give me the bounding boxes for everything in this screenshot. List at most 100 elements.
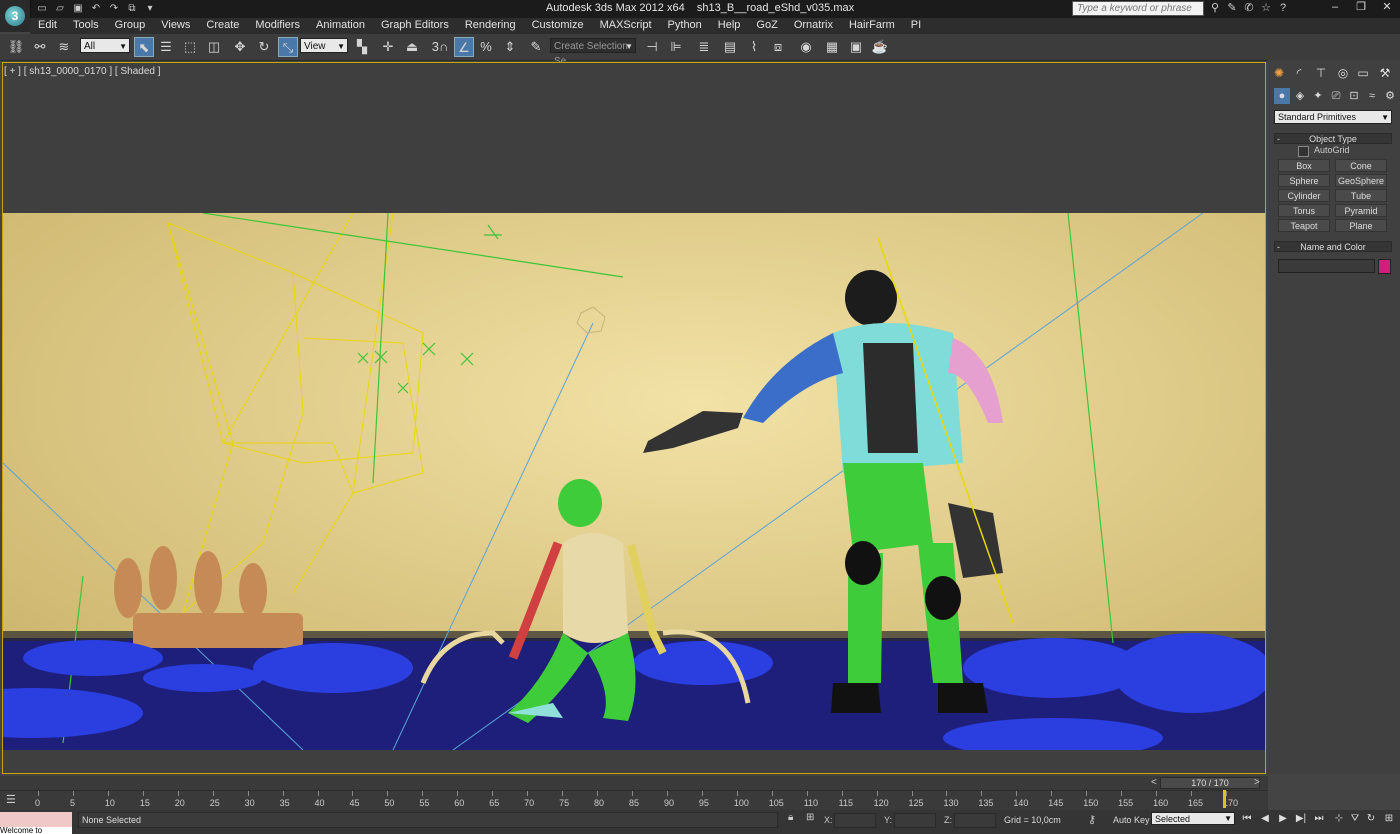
spinner-snap-icon[interactable]: ⇕ <box>500 37 520 57</box>
render-production-icon[interactable]: ☕ <box>870 37 890 57</box>
selection-filter-dropdown[interactable]: All ▼ <box>80 38 130 53</box>
play-icon[interactable]: ▶ <box>1276 812 1290 826</box>
primitive-category-dropdown[interactable]: Standard Primitives ▼ <box>1274 110 1392 124</box>
select-object-icon[interactable]: ⬉ <box>134 37 154 57</box>
lock-icon[interactable]: 🔒︎ <box>788 812 793 823</box>
go-to-start-icon[interactable]: ⏮ <box>1240 812 1254 826</box>
move-icon[interactable]: ✥ <box>230 37 250 57</box>
layer-manager-icon[interactable]: ≣ <box>694 37 714 57</box>
named-selection-dropdown[interactable]: Create Selection Se▼ <box>550 38 636 67</box>
rotate-icon[interactable]: ↻ <box>254 37 274 57</box>
search-input[interactable]: Type a keyword or phrase <box>1072 1 1204 16</box>
time-slider[interactable]: 170 / 170 <box>1160 777 1260 789</box>
select-by-name-icon[interactable]: ☰ <box>156 37 176 57</box>
menu-goz[interactable]: GoZ <box>748 18 785 34</box>
pyramid-button[interactable]: Pyramid <box>1335 204 1387 217</box>
window-crossing-icon[interactable]: ◫ <box>204 37 224 57</box>
zoom-extents-icon[interactable]: ⊹ <box>1332 812 1346 826</box>
viewport-label[interactable]: [ + ] [ sh13_0000_0170 ] [ Shaded ] <box>4 66 161 77</box>
schematic-view-icon[interactable]: ⧈ <box>768 37 788 57</box>
save-icon[interactable]: ▣ <box>70 1 86 16</box>
next-frame-button-icon[interactable]: ▶| <box>1294 812 1308 826</box>
maxscript-text[interactable]: Welcome to MAXScript <box>0 827 72 834</box>
qa-dropdown-icon[interactable]: ▾ <box>142 1 158 16</box>
create-tab-icon[interactable]: ✺ <box>1270 64 1288 82</box>
menu-views[interactable]: Views <box>153 18 198 34</box>
new-file-icon[interactable]: ▭ <box>34 1 50 16</box>
orbit-icon[interactable]: ↻ <box>1364 812 1378 826</box>
menu-ornatrix[interactable]: Ornatrix <box>786 18 841 34</box>
mini-curve-editor-icon[interactable]: ☰ <box>6 793 16 806</box>
snap-toggle-icon[interactable]: 3∩ <box>430 37 450 57</box>
name-color-rollout-header[interactable]: - Name and Color <box>1274 241 1392 252</box>
field-of-view-icon[interactable]: ⛛ <box>1348 812 1362 826</box>
menu-modifiers[interactable]: Modifiers <box>247 18 308 34</box>
scale-icon[interactable]: ⤡ <box>278 37 298 57</box>
object-type-rollout-header[interactable]: - Object Type <box>1274 133 1392 144</box>
curve-editor-icon[interactable]: ⌇ <box>744 37 764 57</box>
maximize-viewport-icon[interactable]: ⊞ <box>1382 812 1396 826</box>
angle-snap-icon[interactable]: ∠ <box>454 37 474 57</box>
link-icon[interactable]: ⛓ <box>6 37 26 57</box>
auto-key-button[interactable]: Auto Key <box>1113 815 1150 825</box>
graphite-ribbon-icon[interactable]: ▤ <box>720 37 740 57</box>
subscription-icon[interactable]: ✎ <box>1225 1 1239 16</box>
geosphere-button[interactable]: GeoSphere <box>1335 174 1387 187</box>
shapes-icon[interactable]: ◈ <box>1292 88 1308 104</box>
align-icon[interactable]: ⊫ <box>666 37 686 57</box>
menu-tools[interactable]: Tools <box>65 18 107 34</box>
helpers-icon[interactable]: ⊡ <box>1346 88 1362 104</box>
help-icon[interactable]: ? <box>1276 1 1290 16</box>
geometry-icon[interactable]: ● <box>1274 88 1290 104</box>
open-file-icon[interactable]: ▱ <box>52 1 68 16</box>
reference-coord-dropdown[interactable]: View ▼ <box>300 38 348 53</box>
menu-help[interactable]: Help <box>710 18 749 34</box>
project-folder-icon[interactable]: ⧉ <box>124 1 140 16</box>
box-button[interactable]: Box <box>1278 159 1330 172</box>
maximize-icon[interactable]: ❐ <box>1348 0 1374 16</box>
close-icon[interactable]: ✕ <box>1374 0 1400 16</box>
next-frame-icon[interactable]: > <box>1254 777 1260 788</box>
unlink-icon[interactable]: ⚯ <box>30 37 50 57</box>
lights-icon[interactable]: ✦ <box>1310 88 1326 104</box>
x-coord-field[interactable] <box>834 813 876 828</box>
key-filter-dropdown[interactable]: Selected ▼ <box>1151 812 1235 825</box>
menu-create[interactable]: Create <box>198 18 247 34</box>
torus-button[interactable]: Torus <box>1278 204 1330 217</box>
manipulate-icon[interactable]: ✛ <box>378 37 398 57</box>
menu-edit[interactable]: Edit <box>30 18 65 34</box>
object-color-swatch[interactable] <box>1378 259 1391 274</box>
percent-snap-icon[interactable]: % <box>476 37 496 57</box>
menu-group[interactable]: Group <box>107 18 154 34</box>
sphere-button[interactable]: Sphere <box>1278 174 1330 187</box>
app-menu-button[interactable]: 3 <box>0 0 31 32</box>
communication-icon[interactable]: ✆ <box>1242 1 1256 16</box>
hierarchy-tab-icon[interactable]: ⊤ <box>1312 64 1330 82</box>
redo-icon[interactable]: ↷ <box>106 1 122 16</box>
cameras-icon[interactable]: ⎚ <box>1328 88 1344 104</box>
display-tab-icon[interactable]: ▭ <box>1354 64 1372 82</box>
cylinder-button[interactable]: Cylinder <box>1278 189 1330 202</box>
motion-tab-icon[interactable]: ◎ <box>1334 64 1352 82</box>
z-coord-field[interactable] <box>954 813 996 828</box>
autogrid-checkbox[interactable] <box>1298 146 1309 157</box>
menu-pi[interactable]: PI <box>903 18 929 34</box>
plane-button[interactable]: Plane <box>1335 219 1387 232</box>
teapot-button[interactable]: Teapot <box>1278 219 1330 232</box>
menu-python[interactable]: Python <box>660 18 710 34</box>
modify-tab-icon[interactable]: ◜ <box>1290 64 1308 82</box>
y-coord-field[interactable] <box>894 813 936 828</box>
menu-customize[interactable]: Customize <box>524 18 592 34</box>
undo-icon[interactable]: ↶ <box>88 1 104 16</box>
previous-frame-icon[interactable]: ◀ <box>1258 812 1272 826</box>
utilities-tab-icon[interactable]: ⚒ <box>1376 64 1394 82</box>
bind-space-warp-icon[interactable]: ≋ <box>54 37 74 57</box>
rectangular-selection-icon[interactable]: ⬚ <box>180 37 200 57</box>
menu-rendering[interactable]: Rendering <box>457 18 524 34</box>
pivot-center-icon[interactable]: ▚ <box>352 37 372 57</box>
go-to-end-icon[interactable]: ⏭ <box>1312 812 1326 826</box>
cone-button[interactable]: Cone <box>1335 159 1387 172</box>
keyboard-shortcut-override-icon[interactable]: ⏏ <box>402 37 422 57</box>
time-slider-track[interactable] <box>0 776 1268 790</box>
viewport-scene[interactable] <box>3 213 1266 750</box>
